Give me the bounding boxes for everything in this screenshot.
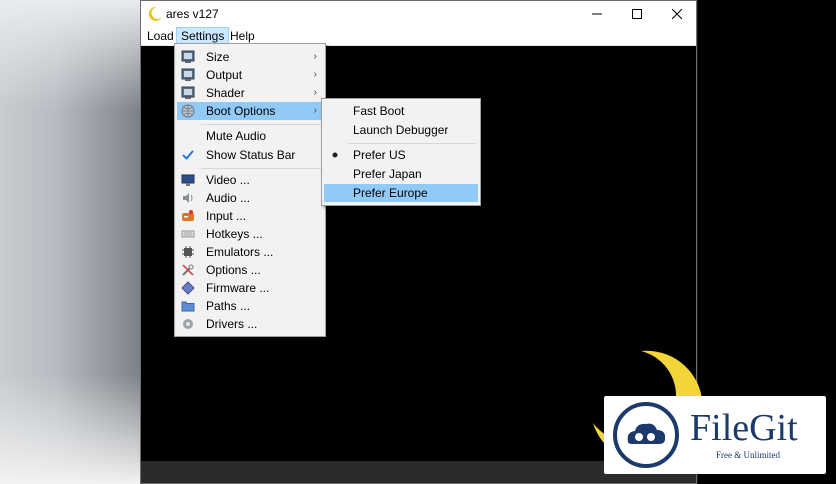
menu-item-show-status-bar[interactable]: Show Status Bar bbox=[177, 146, 323, 164]
maximize-button[interactable] bbox=[617, 1, 657, 27]
watermark-tagline: Free & Unlimited bbox=[716, 450, 780, 460]
menu-item-mute-audio[interactable]: Mute Audio bbox=[177, 127, 323, 145]
menu-item-launch-debugger[interactable]: Launch Debugger bbox=[324, 121, 478, 139]
menu-item-boot-options[interactable]: Boot Options › bbox=[177, 102, 323, 120]
menu-item-fast-boot[interactable]: Fast Boot bbox=[324, 102, 478, 120]
chip-icon bbox=[182, 246, 194, 258]
menu-item-drivers[interactable]: Drivers ... bbox=[177, 315, 323, 333]
close-button[interactable] bbox=[657, 1, 697, 27]
menu-item-paths[interactable]: Paths ... bbox=[177, 297, 323, 315]
settings-menu: Size › Output › Shader › Boot Options › … bbox=[174, 43, 326, 337]
minimize-button[interactable] bbox=[577, 1, 617, 27]
chevron-right-icon: › bbox=[313, 87, 317, 98]
monitor-icon bbox=[181, 86, 195, 99]
menu-item-hotkeys[interactable]: Hotkeys ... bbox=[177, 225, 323, 243]
menu-item-prefer-europe[interactable]: Prefer Europe bbox=[324, 184, 478, 202]
menu-separator bbox=[201, 168, 321, 169]
folder-icon bbox=[181, 301, 195, 312]
monitor-icon bbox=[181, 68, 195, 81]
speaker-icon bbox=[183, 193, 193, 203]
menu-item-video[interactable]: Video ... bbox=[177, 171, 323, 189]
menu-load[interactable]: Load bbox=[143, 27, 178, 45]
checkmark-icon bbox=[182, 150, 194, 160]
minimize-icon bbox=[592, 13, 602, 15]
menu-item-prefer-us[interactable]: Prefer US bbox=[324, 146, 478, 164]
menu-item-size[interactable]: Size › bbox=[177, 48, 323, 66]
filegit-logo-icon bbox=[613, 402, 679, 468]
boot-options-submenu: Fast Boot Launch Debugger Prefer US Pref… bbox=[321, 98, 481, 206]
menu-item-shader[interactable]: Shader › bbox=[177, 84, 323, 102]
radio-dot-icon bbox=[332, 152, 338, 158]
menu-item-emulators[interactable]: Emulators ... bbox=[177, 243, 323, 261]
filegit-watermark: FileGit Free & Unlimited bbox=[604, 396, 826, 474]
moon-icon bbox=[148, 6, 162, 21]
menu-item-prefer-japan[interactable]: Prefer Japan bbox=[324, 165, 478, 183]
menu-item-input[interactable]: Input ... bbox=[177, 207, 323, 225]
monitor-icon bbox=[181, 50, 195, 63]
menu-item-output[interactable]: Output › bbox=[177, 66, 323, 84]
title-bar[interactable]: ares v127 bbox=[141, 1, 696, 27]
menu-item-audio[interactable]: Audio ... bbox=[177, 189, 323, 207]
maximize-icon bbox=[632, 9, 642, 19]
chevron-right-icon: › bbox=[313, 105, 317, 116]
diamond-icon bbox=[181, 281, 195, 295]
menu-separator bbox=[348, 143, 476, 144]
close-icon bbox=[672, 9, 682, 19]
keyboard-icon bbox=[181, 230, 195, 238]
joypad-icon bbox=[182, 210, 194, 221]
desktop-background bbox=[0, 0, 140, 484]
globe-icon bbox=[181, 104, 195, 118]
menu-item-options[interactable]: Options ... bbox=[177, 261, 323, 279]
chevron-right-icon: › bbox=[313, 51, 317, 62]
menu-item-firmware[interactable]: Firmware ... bbox=[177, 279, 323, 297]
display-icon bbox=[181, 174, 195, 186]
gear-icon bbox=[183, 319, 193, 329]
menu-separator bbox=[201, 124, 321, 125]
window-title: ares v127 bbox=[166, 7, 219, 21]
chevron-right-icon: › bbox=[313, 69, 317, 80]
watermark-name: FileGit bbox=[690, 407, 798, 449]
tools-icon bbox=[182, 264, 194, 276]
